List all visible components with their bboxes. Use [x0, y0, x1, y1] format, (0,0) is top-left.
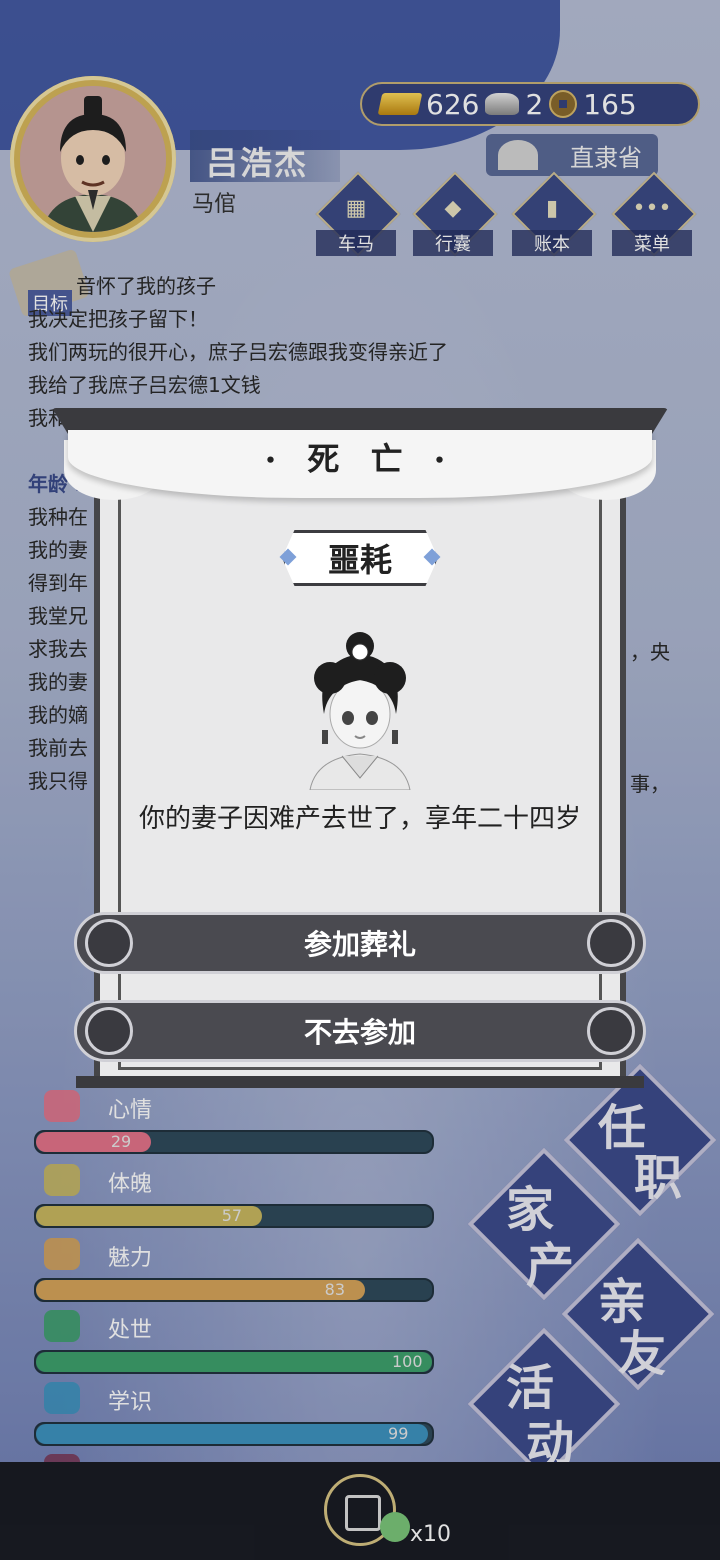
cloud-ornament-icon [85, 919, 133, 967]
bad-news-tag: 噩耗 [282, 530, 438, 586]
death-message: 你的妻子因难产去世了，享年二十四岁 [138, 804, 581, 834]
cloud-ornament-icon [587, 919, 635, 967]
modal-bottom-beam [76, 1076, 644, 1088]
cloud-ornament-icon [587, 1007, 635, 1055]
attend-funeral-button[interactable]: 参加葬礼 [74, 912, 646, 974]
modal-title: • 死 亡 • [0, 434, 720, 480]
skip-funeral-button[interactable]: 不去参加 [74, 1000, 646, 1062]
skip-funeral-label: 不去参加 [303, 1016, 416, 1049]
woman-portrait-icon [309, 632, 411, 791]
attend-funeral-label: 参加葬礼 [303, 928, 416, 961]
wife-portrait [300, 630, 420, 791]
cloud-ornament-icon [85, 1007, 133, 1055]
title-dot: • [264, 450, 287, 472]
title-dot: • [433, 450, 456, 472]
modal-title-text: 死 亡 [307, 440, 413, 478]
